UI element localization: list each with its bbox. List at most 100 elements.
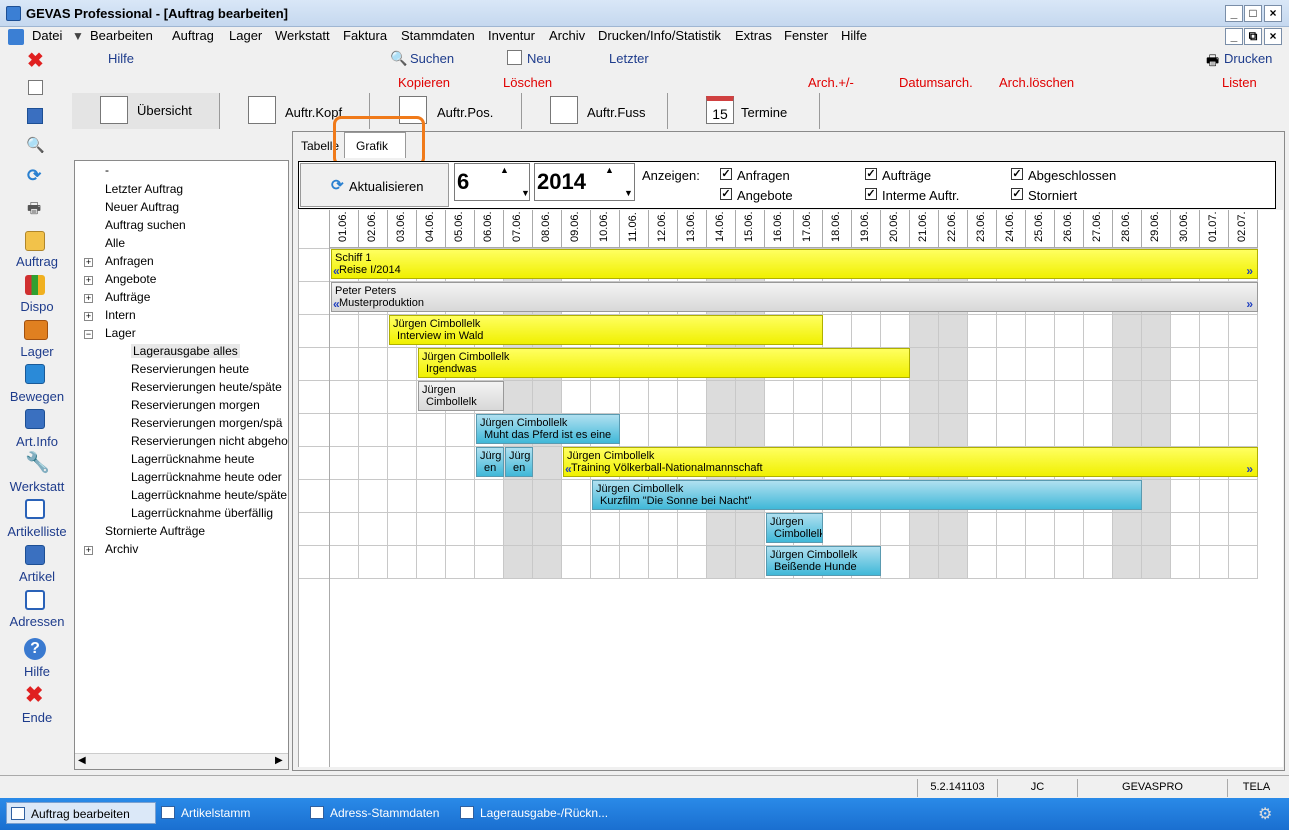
refresh-button[interactable]: ⟳ Aktualisieren (300, 163, 449, 207)
help-link[interactable]: Hilfe (108, 51, 134, 66)
spin-up-icon[interactable]: ▲ (500, 165, 509, 175)
menu-extras[interactable]: Extras (735, 28, 772, 43)
address-card-icon[interactable] (25, 590, 45, 610)
article-list-icon[interactable] (25, 499, 45, 519)
gantt-bar[interactable]: Schiff 1 Reise I/2014 « » (331, 249, 1258, 279)
tree-item[interactable]: Reservierungen morgen/spä (131, 416, 282, 430)
print-button[interactable]: Drucken (1224, 51, 1272, 66)
task-auftrag-bearbeiten[interactable]: Auftrag bearbeiten (6, 802, 156, 824)
wrench-icon[interactable]: 🔧 (25, 450, 50, 475)
scroll-back-icon[interactable]: « (333, 265, 340, 277)
gantt-bar[interactable]: Jürgen Cimbollelk Kurzfilm "Die Sonne bei… (592, 480, 1142, 510)
tree-item[interactable]: Aufträge (105, 290, 150, 304)
mdi-minimize-button[interactable]: _ (1225, 28, 1243, 45)
task-adress-stammdaten[interactable]: Adress-Stammdaten (306, 802, 456, 824)
nav-dispo[interactable]: Dispo (1, 299, 73, 314)
tree-item[interactable]: Lager (105, 326, 136, 340)
nav-artikelliste[interactable]: Artikelliste (1, 524, 73, 539)
tree-item[interactable]: Neuer Auftrag (105, 200, 179, 214)
tree-item[interactable]: Intern (105, 308, 136, 322)
gantt-bar[interactable]: Jürgen Cimbollelk Irgendwas (418, 348, 910, 378)
task-lagerausgabe[interactable]: Lagerausgabe-/Rückn... (456, 802, 626, 824)
tree-item[interactable]: Lagerrücknahme heute oder (131, 470, 282, 484)
article-info-icon[interactable] (25, 409, 45, 429)
tree-item[interactable]: Alle (105, 236, 125, 250)
blank-doc-icon[interactable] (28, 80, 43, 95)
tree-item[interactable]: Angebote (105, 272, 156, 286)
tree-item[interactable]: Lagerrücknahme heute (131, 452, 254, 466)
maximize-button[interactable]: □ (1244, 5, 1262, 22)
minimize-button[interactable]: _ (1225, 5, 1243, 22)
tree-item[interactable]: Lagerrücknahme überfällig (131, 506, 273, 520)
menu-hilfe[interactable]: Hilfe (841, 28, 867, 43)
truck-icon[interactable] (24, 320, 48, 340)
gantt-bar[interactable]: Jürgen Cimbollelk (418, 381, 504, 411)
save-icon[interactable] (27, 108, 43, 124)
mdi-restore-button[interactable]: ⧉ (1244, 28, 1262, 45)
help-icon[interactable]: ? (24, 638, 46, 660)
nav-bewegen[interactable]: Bewegen (1, 389, 73, 404)
copy-button[interactable]: Kopieren (398, 75, 450, 90)
dispo-chart-icon[interactable] (25, 275, 45, 295)
archive-toggle-button[interactable]: Arch.+/- (808, 75, 854, 90)
order-icon[interactable] (25, 231, 45, 251)
year-stepper[interactable]: 2014 ▲ ▼ (534, 163, 635, 201)
exit-icon[interactable]: ✖ (25, 682, 43, 708)
tree-item[interactable]: Archiv (105, 542, 138, 556)
menu-drucken[interactable]: Drucken/Info/Statistik (598, 28, 721, 43)
tree-item[interactable]: Reservierungen morgen (131, 398, 260, 412)
spin-down-icon[interactable]: ▼ (521, 188, 530, 198)
menu-bearbeiten[interactable]: Bearbeiten (90, 28, 153, 43)
spin-up-icon[interactable]: ▲ (605, 165, 614, 175)
gantt-bar[interactable]: Jürgen Cimbollelk Training Völkerball-Nat… (563, 447, 1258, 477)
month-stepper[interactable]: 6 ▲ ▼ (454, 163, 530, 201)
check-angebote[interactable]: ✓ (720, 188, 732, 200)
task-artikelstamm[interactable]: Artikelstamm (157, 802, 307, 824)
tab-auftr-fuss[interactable]: Auftr.Fuss (524, 93, 668, 129)
menu-faktura[interactable]: Faktura (343, 28, 387, 43)
expand-icon[interactable]: + (84, 276, 93, 285)
scroll-forward-icon[interactable]: » (1246, 265, 1253, 277)
expand-icon[interactable]: + (84, 546, 93, 555)
move-icon[interactable] (25, 364, 45, 384)
search-button[interactable]: Suchen (410, 51, 454, 66)
nav-hilfe[interactable]: Hilfe (1, 664, 73, 679)
tree-item[interactable]: Anfragen (105, 254, 154, 268)
article-icon[interactable] (25, 545, 45, 565)
menu-inventur[interactable]: Inventur (488, 28, 535, 43)
tree-item[interactable]: Lagerrücknahme heute/späte (131, 488, 287, 502)
archive-delete-button[interactable]: Arch.löschen (999, 75, 1074, 90)
tree-item[interactable]: Stornierte Aufträge (105, 524, 205, 538)
horizontal-scrollbar[interactable]: ◀ ▶ (75, 753, 288, 769)
gantt-bar[interactable]: Jürgen Cimbollelk Beißende Hunde (766, 546, 881, 576)
lists-button[interactable]: Listen (1222, 75, 1257, 90)
tree-item[interactable]: Reservierungen nicht abgeho (131, 434, 288, 448)
last-button[interactable]: Letzter (609, 51, 649, 66)
printer-icon[interactable]: 🖶 (27, 198, 41, 223)
mdi-close-button[interactable]: × (1264, 28, 1282, 45)
scroll-left-icon[interactable]: ◀ (78, 755, 86, 766)
gantt-bar[interactable]: Jürg en (505, 447, 533, 477)
check-interne[interactable]: ✓ (865, 188, 877, 200)
check-storniert[interactable]: ✓ (1011, 188, 1023, 200)
nav-artikel[interactable]: Artikel (1, 569, 73, 584)
gear-icon[interactable]: ⚙ (1258, 804, 1276, 823)
check-auftraege[interactable]: ✓ (865, 168, 877, 180)
expand-icon[interactable]: + (84, 294, 93, 303)
scroll-back-icon[interactable]: « (565, 463, 572, 475)
expand-icon[interactable]: + (84, 312, 93, 321)
menu-datei[interactable]: Datei (32, 28, 62, 43)
refresh-icon[interactable]: ⟳ (27, 166, 41, 186)
menu-auftrag[interactable]: Auftrag (172, 28, 214, 43)
nav-adressen[interactable]: Adressen (1, 614, 73, 629)
scroll-forward-icon[interactable]: » (1246, 463, 1253, 475)
menu-lager[interactable]: Lager (229, 28, 262, 43)
collapse-icon[interactable]: − (84, 330, 93, 339)
tree-item[interactable]: - (105, 163, 109, 177)
search-icon[interactable]: 🔍 (26, 136, 45, 154)
nav-art-info[interactable]: Art.Info (1, 434, 73, 449)
menu-archiv[interactable]: Archiv (549, 28, 585, 43)
menu-fenster[interactable]: Fenster (784, 28, 828, 43)
delete-button[interactable]: Löschen (503, 75, 552, 90)
tree-item[interactable]: Auftrag suchen (105, 218, 186, 232)
